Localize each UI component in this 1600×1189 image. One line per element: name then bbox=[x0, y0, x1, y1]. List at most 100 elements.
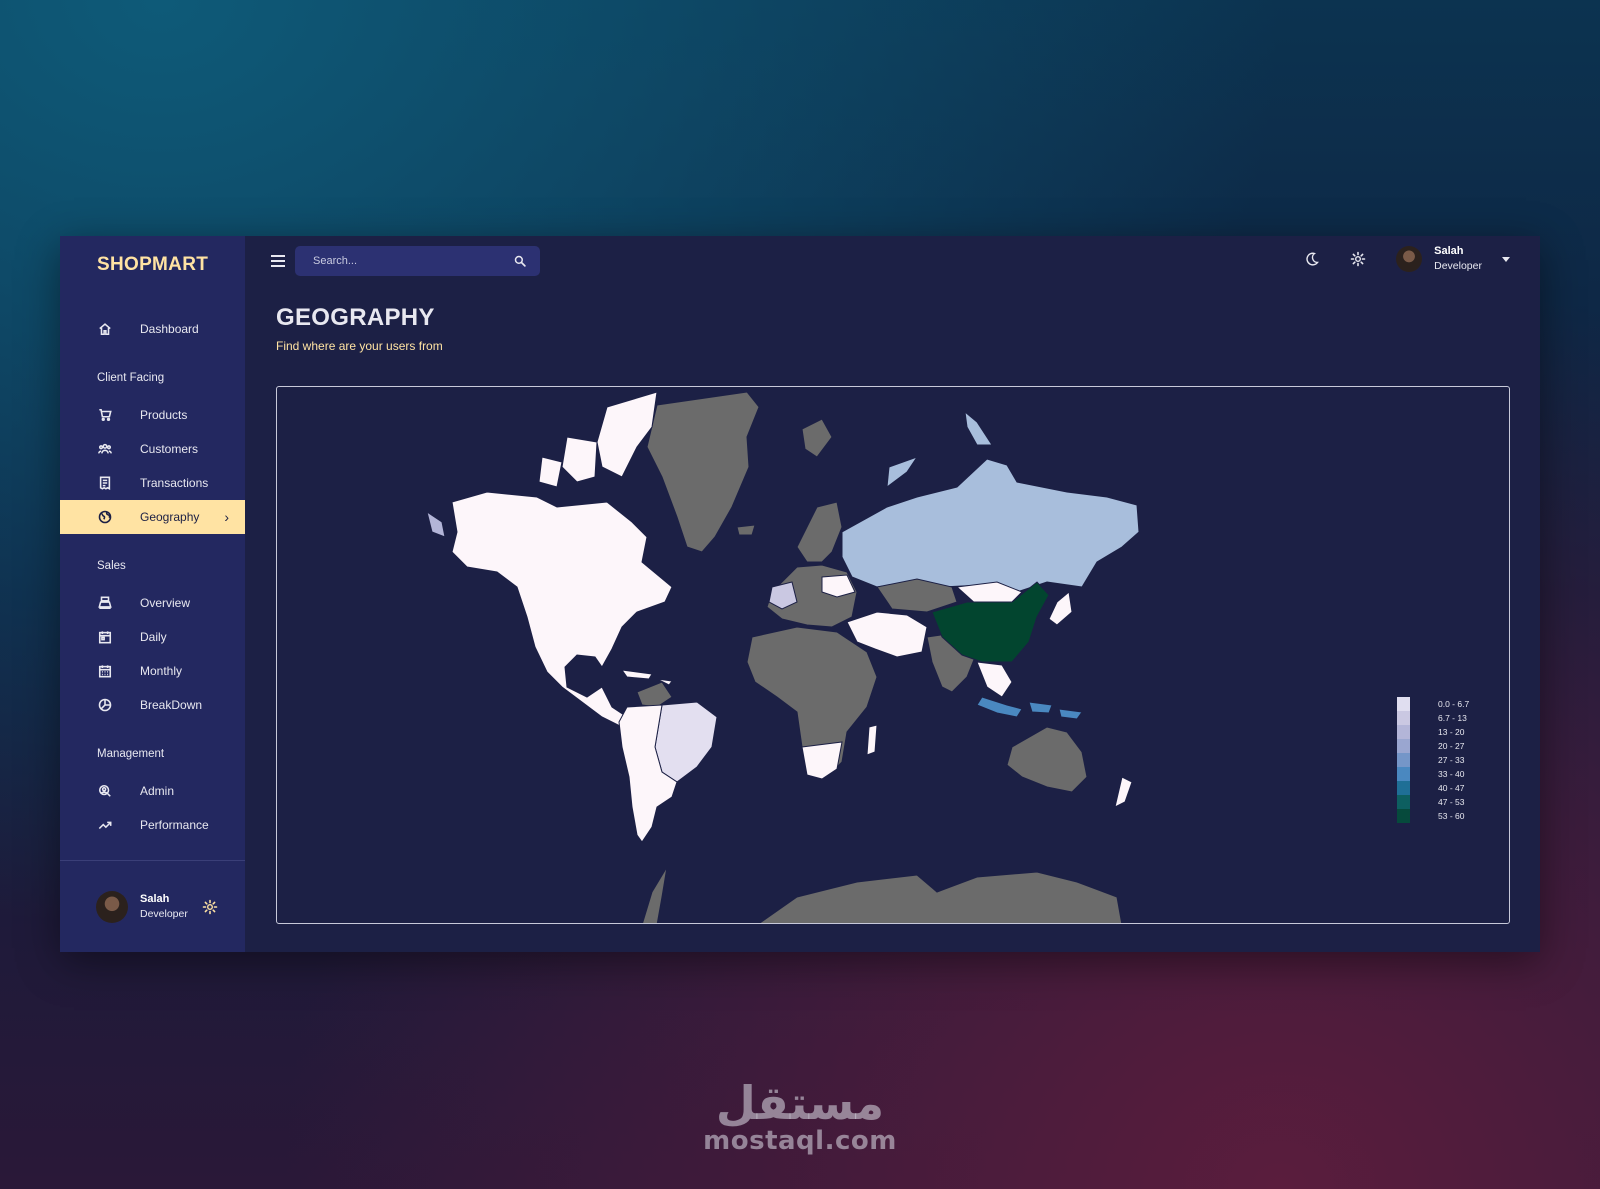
sidebar-item-label: Geography bbox=[140, 510, 200, 524]
legend-item: 20 - 27 bbox=[1397, 739, 1469, 753]
user-menu[interactable]: Salah Developer bbox=[1396, 244, 1510, 274]
avatar bbox=[1396, 246, 1423, 272]
legend-item: 0.0 - 6.7 bbox=[1397, 697, 1469, 711]
legend-label: 13 - 20 bbox=[1438, 727, 1465, 737]
legend-label: 27 - 33 bbox=[1438, 755, 1465, 765]
home-icon bbox=[97, 321, 113, 337]
country-caribbean bbox=[620, 669, 673, 686]
country-australia bbox=[1006, 726, 1088, 793]
section-title-client-facing: Client Facing bbox=[97, 372, 165, 384]
world-map-svg bbox=[426, 391, 1140, 923]
legend-label: 20 - 27 bbox=[1438, 741, 1465, 751]
globe-icon bbox=[97, 509, 113, 525]
search-bar bbox=[295, 246, 540, 276]
section-title-management: Management bbox=[97, 748, 165, 760]
sidebar-item-breakdown[interactable]: BreakDown bbox=[60, 688, 245, 722]
legend-label: 40 - 47 bbox=[1438, 783, 1465, 793]
sidebar-item-label: Customers bbox=[140, 442, 199, 456]
sidebar-item-label: Admin bbox=[140, 784, 175, 798]
legend-swatch bbox=[1397, 739, 1410, 753]
section-title-sales: Sales bbox=[97, 560, 126, 572]
country-alaska-islands bbox=[426, 510, 446, 538]
legend-swatch bbox=[1397, 697, 1410, 711]
legend-item: 47 - 53 bbox=[1397, 795, 1469, 809]
sidebar-item-label: Dashboard bbox=[140, 322, 199, 336]
cart-icon bbox=[97, 407, 113, 423]
country-south-africa bbox=[801, 741, 843, 780]
country-new-zealand bbox=[1114, 776, 1133, 808]
app-window: SHOPMART Dashboard Client Facing Product… bbox=[60, 236, 1540, 952]
chevron-right-icon: › bbox=[224, 509, 229, 525]
admin-icon bbox=[97, 783, 113, 799]
map-legend: 0.0 - 6.7 6.7 - 13 13 - 20 20 - 27 27 - … bbox=[1397, 697, 1469, 823]
legend-swatch bbox=[1397, 781, 1410, 795]
legend-swatch bbox=[1397, 795, 1410, 809]
sidebar: SHOPMART Dashboard Client Facing Product… bbox=[60, 236, 245, 952]
sidebar-item-label: Overview bbox=[140, 596, 191, 610]
sidebar-item-monthly[interactable]: Monthly bbox=[60, 654, 245, 688]
sidebar-item-label: Transactions bbox=[140, 476, 209, 490]
sidebar-item-daily[interactable]: Daily bbox=[60, 620, 245, 654]
legend-label: 0.0 - 6.7 bbox=[1438, 699, 1470, 709]
country-antarctica bbox=[758, 871, 1123, 923]
legend-item: 53 - 60 bbox=[1397, 809, 1469, 823]
gear-icon[interactable] bbox=[202, 899, 218, 915]
legend-item: 13 - 20 bbox=[1397, 725, 1469, 739]
sidebar-item-geography[interactable]: Geography › bbox=[60, 500, 245, 534]
country-japan bbox=[1048, 591, 1073, 626]
sidebar-item-label: Performance bbox=[140, 818, 209, 832]
sidebar-item-performance[interactable]: Performance bbox=[60, 808, 245, 842]
top-bar: Salah Developer bbox=[245, 236, 1540, 286]
legend-swatch bbox=[1397, 725, 1410, 739]
legend-item: 6.7 - 13 bbox=[1397, 711, 1469, 725]
country-russia bbox=[841, 458, 1140, 593]
country-antarctic-peninsula bbox=[642, 866, 668, 923]
main-content: Salah Developer GEOGRAPHY Find where are… bbox=[245, 236, 1540, 952]
country-colombia bbox=[636, 681, 673, 708]
receipt-icon bbox=[97, 475, 113, 491]
menu-icon[interactable] bbox=[271, 255, 285, 267]
legend-item: 40 - 47 bbox=[1397, 781, 1469, 795]
point-of-sale-icon bbox=[97, 595, 113, 611]
legend-item: 27 - 33 bbox=[1397, 753, 1469, 767]
legend-label: 33 - 40 bbox=[1438, 769, 1465, 779]
brand-logo[interactable]: SHOPMART bbox=[60, 236, 245, 312]
country-uk bbox=[801, 418, 833, 458]
legend-swatch bbox=[1397, 767, 1410, 781]
avatar[interactable] bbox=[96, 890, 128, 923]
sidebar-item-label: Daily bbox=[140, 630, 167, 644]
user-role: Developer bbox=[140, 907, 188, 920]
choropleth-map[interactable]: 0.0 - 6.7 6.7 - 13 13 - 20 20 - 27 27 - … bbox=[276, 386, 1510, 924]
legend-swatch bbox=[1397, 711, 1410, 725]
pie-chart-icon bbox=[97, 697, 113, 713]
country-southeast-asia bbox=[976, 661, 1013, 698]
watermark-latin: mostaql.com bbox=[703, 1126, 897, 1156]
search-icon[interactable] bbox=[514, 255, 526, 267]
settings-icon[interactable] bbox=[1350, 251, 1366, 267]
users-icon bbox=[97, 441, 113, 457]
sidebar-user-profile: Salah Developer bbox=[60, 860, 245, 952]
sidebar-item-label: Monthly bbox=[140, 664, 183, 678]
user-role: Developer bbox=[1434, 260, 1482, 272]
dark-mode-icon[interactable] bbox=[1304, 251, 1320, 267]
sidebar-item-overview[interactable]: Overview bbox=[60, 586, 245, 620]
sidebar-item-transactions[interactable]: Transactions bbox=[60, 466, 245, 500]
sidebar-item-admin[interactable]: Admin bbox=[60, 774, 245, 808]
trending-up-icon bbox=[97, 817, 113, 833]
sidebar-item-dashboard[interactable]: Dashboard bbox=[60, 312, 245, 346]
calendar-today-icon bbox=[97, 629, 113, 645]
search-input[interactable] bbox=[313, 255, 514, 267]
legend-swatch bbox=[1397, 809, 1410, 823]
country-brazil bbox=[654, 701, 718, 783]
country-scandinavia bbox=[796, 501, 843, 563]
country-canada-islands bbox=[538, 391, 658, 488]
country-indonesia bbox=[976, 696, 1083, 720]
sidebar-item-customers[interactable]: Customers bbox=[60, 432, 245, 466]
legend-label: 53 - 60 bbox=[1438, 811, 1465, 821]
sidebar-item-products[interactable]: Products bbox=[60, 398, 245, 432]
legend-swatch bbox=[1397, 753, 1410, 767]
legend-label: 47 - 53 bbox=[1438, 797, 1465, 807]
top-right-actions: Salah Developer bbox=[1304, 244, 1510, 274]
watermark-arabic: مستقل bbox=[715, 1076, 885, 1130]
country-madagascar bbox=[866, 724, 878, 756]
